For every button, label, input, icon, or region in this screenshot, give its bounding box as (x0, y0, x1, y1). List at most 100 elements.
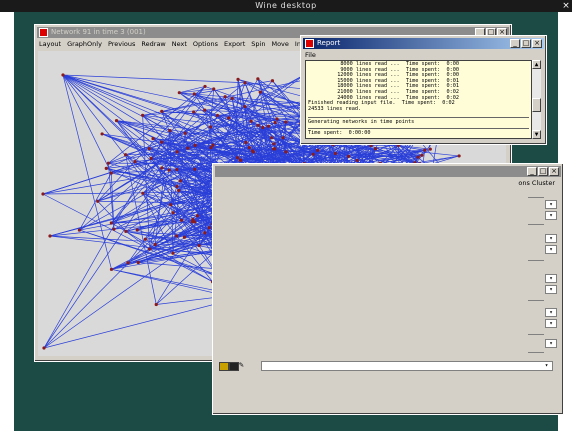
graph-node[interactable] (284, 120, 288, 124)
graph-node[interactable] (223, 95, 227, 99)
graph-node[interactable] (133, 160, 137, 164)
graph-node[interactable] (373, 147, 378, 151)
graph-node[interactable] (258, 90, 262, 94)
graph-node[interactable] (160, 166, 164, 170)
desktop-close-icon[interactable]: × (560, 0, 572, 12)
graph-node[interactable] (175, 167, 179, 172)
graph-node[interactable] (124, 153, 128, 157)
report-window[interactable]: Report _ □ × File 8000 lines read ... Ti… (300, 35, 547, 145)
graph-node[interactable] (211, 143, 215, 147)
graph-node[interactable] (261, 125, 265, 130)
graph-node[interactable] (160, 140, 164, 144)
graph-node[interactable] (249, 119, 253, 123)
graph-node[interactable] (270, 136, 274, 140)
scroll-up-icon[interactable]: ▲ (532, 60, 541, 69)
graph-node[interactable] (183, 131, 187, 135)
graph-node[interactable] (227, 116, 231, 120)
graph-node[interactable] (154, 302, 158, 307)
graph-node[interactable] (457, 154, 461, 158)
graph-node[interactable] (423, 148, 427, 152)
graph-node[interactable] (244, 140, 248, 145)
graph-node[interactable] (182, 235, 187, 239)
menu-item-layout[interactable]: Layout (39, 40, 61, 48)
graph-node[interactable] (272, 142, 276, 146)
graph-node[interactable] (126, 261, 130, 265)
graph-node[interactable] (273, 147, 277, 151)
dropdown-arrow-icon[interactable]: ▾ (545, 274, 557, 283)
graph-node[interactable] (177, 91, 181, 95)
graph-node[interactable] (270, 79, 275, 83)
graph-node[interactable] (243, 81, 247, 85)
graph-node[interactable] (203, 108, 207, 112)
graph-node[interactable] (416, 155, 420, 159)
graph-node[interactable] (109, 171, 113, 175)
graph-node[interactable] (256, 77, 260, 81)
graph-node[interactable] (169, 203, 173, 207)
graph-node[interactable] (41, 192, 45, 196)
graph-node[interactable] (203, 84, 207, 89)
graph-node[interactable] (281, 136, 285, 140)
graph-node[interactable] (230, 96, 234, 101)
graph-node[interactable] (256, 123, 260, 127)
graph-node[interactable] (153, 242, 157, 247)
graph-node[interactable] (239, 158, 243, 162)
graph-node[interactable] (215, 113, 220, 118)
dropdown-arrow-icon[interactable]: ▾ (545, 285, 557, 294)
scroll-thumb[interactable] (532, 98, 541, 112)
bg-window-titlebar[interactable]: _ □ × (215, 166, 561, 177)
graph-node[interactable] (284, 150, 288, 154)
dropdown-arrow-icon[interactable]: ▾ (545, 200, 557, 209)
graph-node[interactable] (192, 92, 196, 96)
graph-node[interactable] (167, 168, 171, 172)
graph-node[interactable] (171, 251, 175, 255)
graph-node[interactable] (77, 228, 82, 232)
graph-node[interactable] (42, 346, 46, 350)
graph-node[interactable] (207, 226, 211, 230)
report-window-titlebar[interactable]: Report _ □ × (303, 38, 544, 49)
graph-node[interactable] (177, 188, 181, 193)
graph-node[interactable] (212, 87, 216, 91)
graph-node[interactable] (243, 104, 247, 109)
graph-node[interactable] (420, 153, 424, 157)
graph-node[interactable] (311, 152, 315, 156)
menu-item-file[interactable]: File (305, 51, 316, 59)
graph-node[interactable] (151, 137, 155, 141)
graph-node[interactable] (203, 231, 207, 235)
dropdown-arrow-icon[interactable]: ▾ (545, 234, 557, 243)
graph-node[interactable] (109, 221, 113, 225)
graph-node[interactable] (346, 154, 351, 158)
graph-node[interactable] (355, 158, 359, 163)
edit-icon[interactable]: ✎ (239, 361, 247, 369)
bg-bottom-combo[interactable]: ▾ (261, 361, 553, 371)
graph-node[interactable] (190, 220, 194, 224)
graph-node[interactable] (61, 73, 65, 77)
dropdown-arrow-icon[interactable]: ▾ (545, 211, 557, 220)
graph-node[interactable] (178, 179, 182, 183)
graph-node[interactable] (275, 117, 279, 121)
graph-node[interactable] (193, 167, 197, 171)
menu-item-options[interactable]: Options (193, 40, 218, 48)
minimize-icon[interactable]: _ (510, 39, 520, 48)
graph-node[interactable] (149, 156, 153, 160)
dropdown-arrow-icon[interactable]: ▾ (545, 319, 557, 328)
dropdown-arrow-icon[interactable]: ▾ (545, 308, 557, 317)
graph-node[interactable] (106, 161, 110, 165)
graph-node[interactable] (135, 228, 139, 232)
dropdown-arrow-icon[interactable]: ▾ (542, 362, 551, 370)
graph-node[interactable] (175, 150, 179, 154)
graph-node[interactable] (147, 146, 151, 151)
dropdown-arrow-icon[interactable]: ▾ (545, 245, 557, 254)
graph-node[interactable] (148, 247, 152, 251)
graph-node[interactable] (195, 214, 199, 218)
graph-node[interactable] (48, 234, 52, 238)
graph-node[interactable] (100, 132, 104, 136)
graph-node[interactable] (171, 211, 175, 215)
graph-node[interactable] (175, 184, 179, 188)
graph-node[interactable] (96, 199, 100, 203)
graph-node[interactable] (179, 218, 184, 222)
maximize-icon[interactable]: □ (521, 39, 531, 48)
report-scrollbar[interactable]: ▲ ▼ (532, 60, 541, 139)
open-icon[interactable] (219, 362, 229, 371)
save-icon[interactable] (229, 362, 239, 371)
graph-node[interactable] (235, 156, 240, 160)
